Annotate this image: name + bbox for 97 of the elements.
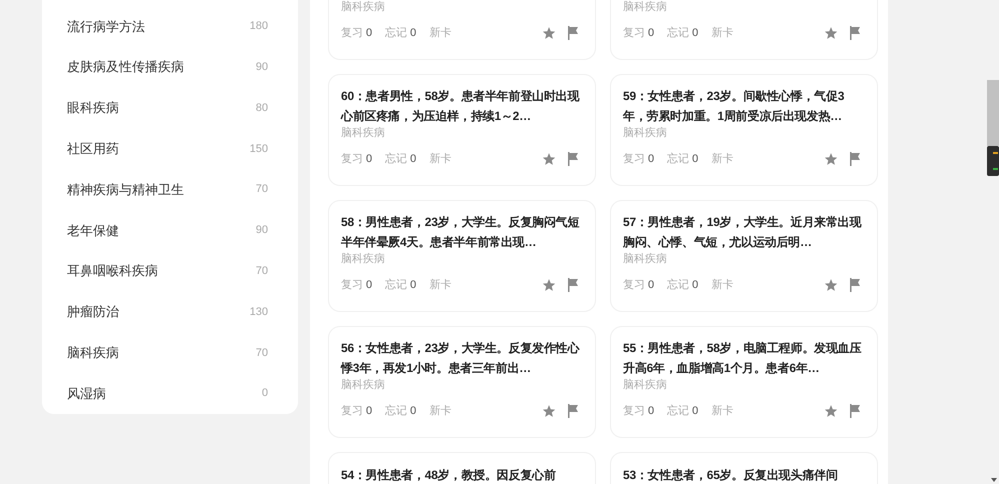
stat-label: 忘记 0 <box>385 152 416 167</box>
question-card[interactable]: 脑科疾病 复习 0 忘记 0 新卡 <box>328 0 596 60</box>
category-count: 180 <box>250 19 268 34</box>
star-icon[interactable] <box>824 404 838 418</box>
stat-label: 复习 0 <box>623 404 654 419</box>
stat-label: 复习 0 <box>623 26 654 41</box>
star-icon[interactable] <box>542 26 556 40</box>
stat-label: 忘记 0 <box>667 152 698 167</box>
stat-label: 复习 0 <box>623 152 654 167</box>
question-title: 53：女性患者，65岁。反复出现头痛伴间 <box>623 467 839 484</box>
sidebar-item[interactable]: 社区用药 150 <box>67 128 268 170</box>
category-count: 70 <box>256 346 268 361</box>
flag-icon[interactable] <box>567 404 579 418</box>
question-card[interactable]: 脑科疾病 复习 0 忘记 0 新卡 <box>610 0 878 60</box>
stat-label: 新卡 <box>711 404 734 419</box>
star-icon[interactable] <box>824 152 838 166</box>
category-label: 精神疾病与精神卫生 <box>67 180 184 199</box>
category-label: 老年保健 <box>67 222 119 240</box>
sidebar-item[interactable]: 眼科疾病 80 <box>67 88 268 128</box>
stat-label: 复习 0 <box>341 26 372 41</box>
flag-icon[interactable] <box>567 26 579 40</box>
question-card[interactable]: 59：女性患者，23岁。间歇性心悸，气促3年，劳累时加重。1周前受凉后出现发热… 脑科疾病 复习 0 忘记 0 新卡 <box>610 74 878 186</box>
category-tag: 脑科疾病 <box>623 127 667 140</box>
category-label: 肿瘤防治 <box>67 303 119 322</box>
star-icon[interactable] <box>542 404 556 418</box>
stat-label: 新卡 <box>429 278 452 293</box>
category-tag: 脑科疾病 <box>623 1 667 14</box>
flag-icon[interactable] <box>849 152 861 166</box>
sidebar-item[interactable]: 皮肤病及性传播疾病 90 <box>67 46 268 88</box>
stat-label: 复习 0 <box>623 278 654 293</box>
star-icon[interactable] <box>542 278 556 292</box>
category-tag: 脑科疾病 <box>341 1 385 14</box>
stat-label: 新卡 <box>711 26 734 41</box>
question-card[interactable]: 56：女性患者，23岁，大学生。反复发作性心悸3年，再发1小时。患者三年前出… 脑科疾病 复习 0 忘记 0 新卡 <box>328 326 596 438</box>
sidebar-item[interactable]: 耳鼻咽喉科疾病 70 <box>67 250 268 292</box>
sidebar-item[interactable]: 老年保健 90 <box>67 210 268 251</box>
category-count: 150 <box>250 142 268 157</box>
question-title: 57：男性患者，19岁，大学生。近月来常出现胸闷、心悸、气短，尤以运动后明… <box>623 214 862 251</box>
category-count: 90 <box>256 60 268 75</box>
stat-label: 新卡 <box>429 404 452 419</box>
star-icon[interactable] <box>824 26 838 40</box>
category-tag: 脑科疾病 <box>341 253 385 266</box>
category-count: 90 <box>256 223 268 238</box>
category-label: 皮肤病及性传播疾病 <box>67 58 184 76</box>
category-tag: 脑科疾病 <box>623 379 667 392</box>
flag-icon[interactable] <box>567 152 579 166</box>
category-label: 脑科疾病 <box>67 344 119 362</box>
question-card[interactable]: 57：男性患者，19岁，大学生。近月来常出现胸闷、心悸、气短，尤以运动后明… 脑科疾病 复习 0 忘记 0 新卡 <box>610 200 878 312</box>
question-card[interactable]: 58：男性患者，23岁，大学生。反复胸闷气短半年伴晕厥4天。患者半年前常出现… 脑科疾病 复习 0 忘记 0 新卡 <box>328 200 596 312</box>
category-label: 耳鼻咽喉科疾病 <box>67 262 158 280</box>
question-card[interactable]: 53：女性患者，65岁。反复出现头痛伴间 <box>610 452 878 484</box>
question-title: 59：女性患者，23岁。间歇性心悸，气促3年，劳累时加重。1周前受凉后出现发热… <box>623 88 846 125</box>
stat-label: 忘记 0 <box>667 404 698 419</box>
stat-label: 忘记 0 <box>667 278 698 293</box>
question-title: 56：女性患者，23岁，大学生。反复发作性心悸3年，再发1小时。患者三年前出… <box>341 340 581 377</box>
category-count: 80 <box>256 100 268 116</box>
stat-label: 忘记 0 <box>667 26 698 41</box>
question-title: 58：男性患者，23岁，大学生。反复胸闷气短半年伴晕厥4天。患者半年前常出现… <box>341 214 580 251</box>
question-title: 54：男性患者，48岁，教授。因反复心前 <box>341 467 557 484</box>
sidebar-item[interactable]: 肿瘤防治 130 <box>67 292 268 332</box>
flag-icon[interactable] <box>567 278 579 292</box>
flag-icon[interactable] <box>849 26 861 40</box>
category-label: 社区用药 <box>67 140 119 158</box>
stat-label: 新卡 <box>429 26 452 41</box>
stat-label: 忘记 0 <box>385 404 416 419</box>
question-title: 55：男性患者，58岁，电脑工程师。发现血压升高6年，血脂增高1个月。患者6年… <box>623 340 862 377</box>
question-title: 60：患者男性，58岁。患者半年前登山时出现心前区疼痛，为压迫样，持续1～2… <box>341 88 580 125</box>
question-card[interactable]: 60：患者男性，58岁。患者半年前登山时出现心前区疼痛，为压迫样，持续1～2… 脑科疾病 复习 0 忘记 0 新卡 <box>328 74 596 186</box>
category-tag: 脑科疾病 <box>341 379 385 392</box>
flag-icon[interactable] <box>849 278 861 292</box>
question-card[interactable]: 54：男性患者，48岁，教授。因反复心前 <box>328 452 596 484</box>
star-icon[interactable] <box>824 278 838 292</box>
stat-label: 新卡 <box>429 152 452 167</box>
sidebar-item[interactable]: 精神疾病与精神卫生 70 <box>67 169 268 210</box>
category-count: 130 <box>250 304 268 320</box>
category-tag: 脑科疾病 <box>623 253 667 266</box>
flag-icon[interactable] <box>849 404 861 418</box>
stat-label: 复习 0 <box>341 404 372 419</box>
stat-label: 复习 0 <box>341 278 372 293</box>
category-count: 70 <box>256 182 268 198</box>
category-label: 眼科疾病 <box>67 99 119 118</box>
star-icon[interactable] <box>542 152 556 166</box>
sidebar-item[interactable]: 风湿病 0 <box>67 373 268 414</box>
scroll-down-icon[interactable] <box>991 478 997 482</box>
stat-label: 复习 0 <box>341 152 372 167</box>
stat-label: 忘记 0 <box>385 278 416 293</box>
stat-label: 新卡 <box>711 278 734 293</box>
stat-label: 忘记 0 <box>385 26 416 41</box>
sidebar-item[interactable]: 流行病学方法 180 <box>67 6 268 47</box>
sidebar-item[interactable]: 脑科疾病 70 <box>67 332 268 374</box>
category-label: 风湿病 <box>67 384 106 403</box>
category-count: 70 <box>256 264 268 279</box>
category-label: 流行病学方法 <box>67 18 145 36</box>
question-card[interactable]: 55：男性患者，58岁，电脑工程师。发现血压升高6年，血脂增高1个月。患者6年… 脑科疾病 复习 0 忘记 0 新卡 <box>610 326 878 438</box>
stat-label: 新卡 <box>711 152 734 167</box>
category-count: 0 <box>262 386 268 402</box>
category-tag: 脑科疾病 <box>341 127 385 140</box>
